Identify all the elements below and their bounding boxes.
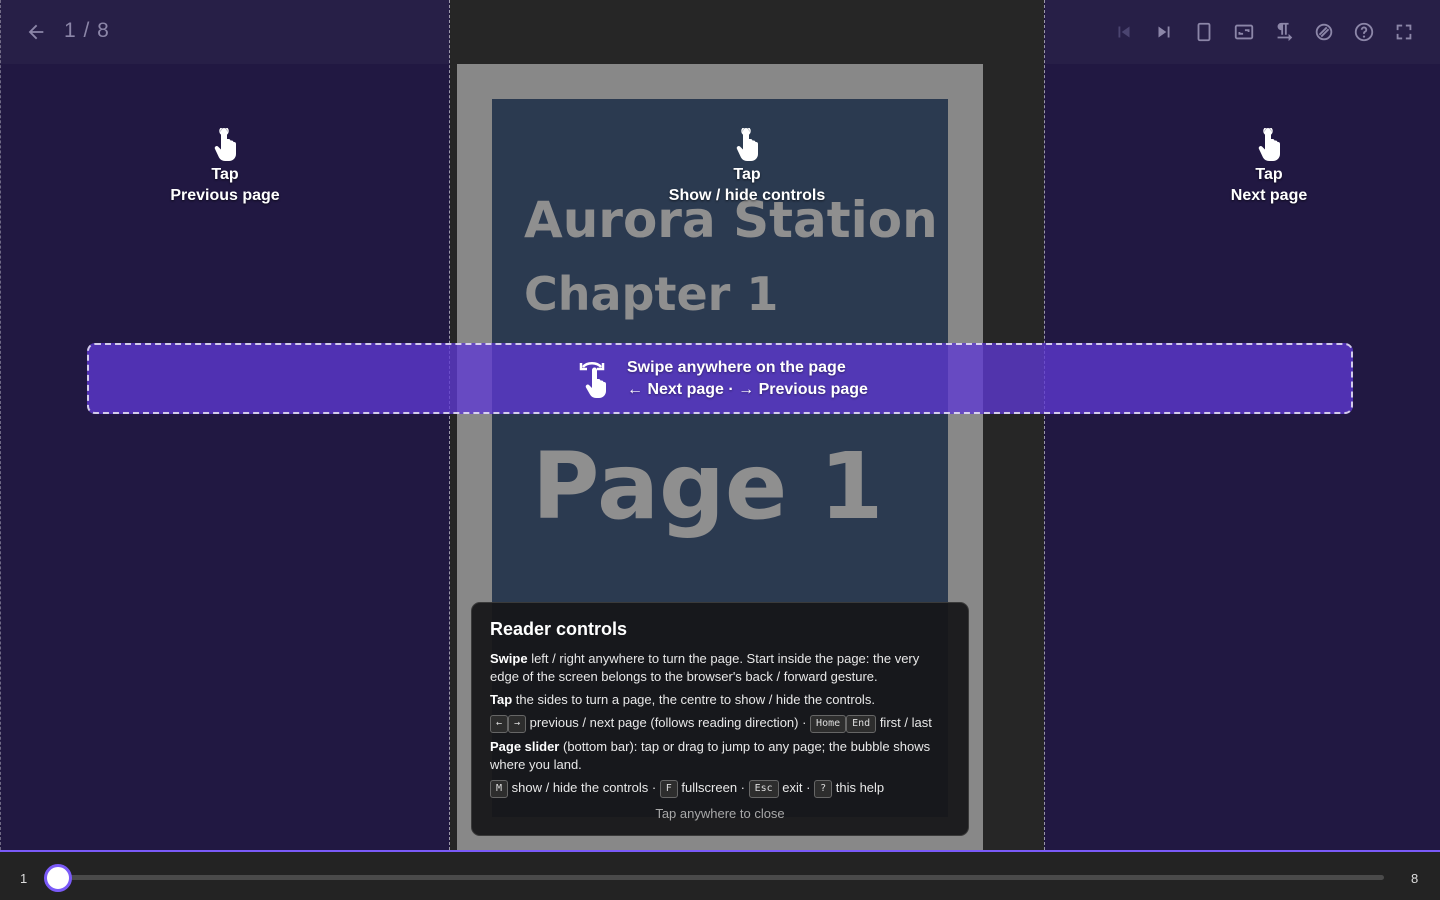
reading-direction-button[interactable]	[1268, 16, 1300, 48]
slider-thumb[interactable]	[44, 864, 72, 892]
hint-center: Tap Show / hide controls	[617, 128, 877, 206]
help-tap-label: Tap	[490, 692, 513, 707]
page-slider[interactable]	[44, 864, 1384, 892]
kbd-esc: Esc	[748, 780, 779, 798]
help-swipe-label: Swipe	[490, 651, 528, 666]
hint-right-action: Tap	[1255, 166, 1283, 183]
help-icon	[1354, 22, 1374, 42]
kbd-home: Home	[810, 715, 847, 733]
tap-hand-icon	[736, 128, 758, 161]
help-slider-label: Page slider	[490, 739, 560, 754]
kbd-left: ←	[490, 715, 509, 733]
single-page-icon	[1197, 22, 1211, 42]
fullscreen-icon	[1396, 24, 1412, 40]
help-firstlast-text: first / last	[876, 715, 932, 730]
help-swipe-text: left / right anywhere to turn the page. …	[490, 651, 920, 684]
theme-button[interactable]	[1308, 16, 1340, 48]
help-slider: Page slider (bottom bar): tap or drag to…	[490, 738, 950, 774]
help-swipe: Swipe left / right anywhere to turn the …	[490, 650, 950, 686]
skip-last-icon	[1158, 26, 1170, 38]
first-page-button[interactable]	[1108, 16, 1140, 48]
page-number: Page 1	[532, 433, 884, 540]
help-tap-text: the sides to turn a page, the centre to …	[512, 692, 875, 707]
fullscreen-button[interactable]	[1388, 16, 1420, 48]
tap-hand-icon	[214, 128, 236, 161]
swipe-hint-line1: Swipe anywhere on the page	[627, 359, 846, 376]
swipe-hint-band: Swipe anywhere on the page ← Next page ·…	[87, 343, 1353, 414]
fit-mode-button[interactable]	[1228, 16, 1260, 48]
hint-left: Tap Previous page	[95, 128, 355, 206]
kbd-m: M	[490, 780, 509, 798]
swipe-hint-line2: ← Next page · → Previous page	[627, 381, 868, 398]
palette-icon	[1315, 23, 1333, 41]
hint-center-label: Show / hide controls	[668, 187, 826, 204]
page-counter: 1 / 8	[64, 19, 110, 42]
help-button[interactable]	[1348, 16, 1380, 48]
text-direction-icon	[1277, 22, 1293, 42]
help-m-text: show / hide the controls ·	[508, 780, 660, 795]
arrow-left-icon	[28, 24, 44, 40]
back-button[interactable]	[22, 18, 50, 46]
kbd-question: ?	[814, 780, 833, 798]
hint-left-label: Previous page	[170, 187, 280, 204]
tap-hand-icon	[1258, 128, 1280, 161]
kbd-right: →	[508, 715, 527, 733]
hint-right-label: Next page	[1230, 187, 1308, 204]
bottom-bar: 1 8	[0, 850, 1440, 900]
hint-left-action: Tap	[211, 166, 239, 183]
help-title: Reader controls	[490, 619, 628, 639]
kbd-f: F	[659, 780, 678, 798]
slider-min-label: 1	[20, 871, 28, 886]
help-panel[interactable]: Reader controls Swipe left / right anywh…	[471, 602, 969, 836]
slider-max-label: 8	[1411, 871, 1419, 886]
help-esc-text: exit ·	[778, 780, 815, 795]
hint-right: Tap Next page	[1139, 128, 1399, 206]
swipe-hand-icon	[579, 362, 606, 398]
help-shortcuts: M show / hide the controls · F fullscree…	[490, 779, 950, 798]
reader-toolbar	[1108, 16, 1420, 48]
help-arrows: ← → previous / next page (follows reading…	[490, 714, 950, 733]
help-q-text: this help	[832, 780, 885, 795]
help-arrows-text: previous / next page (follows reading di…	[526, 715, 811, 730]
last-page-button[interactable]	[1148, 16, 1180, 48]
page-chapter: Chapter 1	[524, 267, 779, 321]
kbd-end: End	[846, 715, 877, 733]
help-close-hint: Tap anywhere to close	[655, 806, 785, 821]
help-tap: Tap the sides to turn a page, the centre…	[490, 691, 950, 709]
single-page-button[interactable]	[1188, 16, 1220, 48]
help-f-text: fullscreen ·	[677, 780, 749, 795]
skip-first-icon	[1118, 26, 1130, 38]
hint-center-action: Tap	[733, 166, 761, 183]
fit-screen-icon	[1234, 24, 1254, 40]
